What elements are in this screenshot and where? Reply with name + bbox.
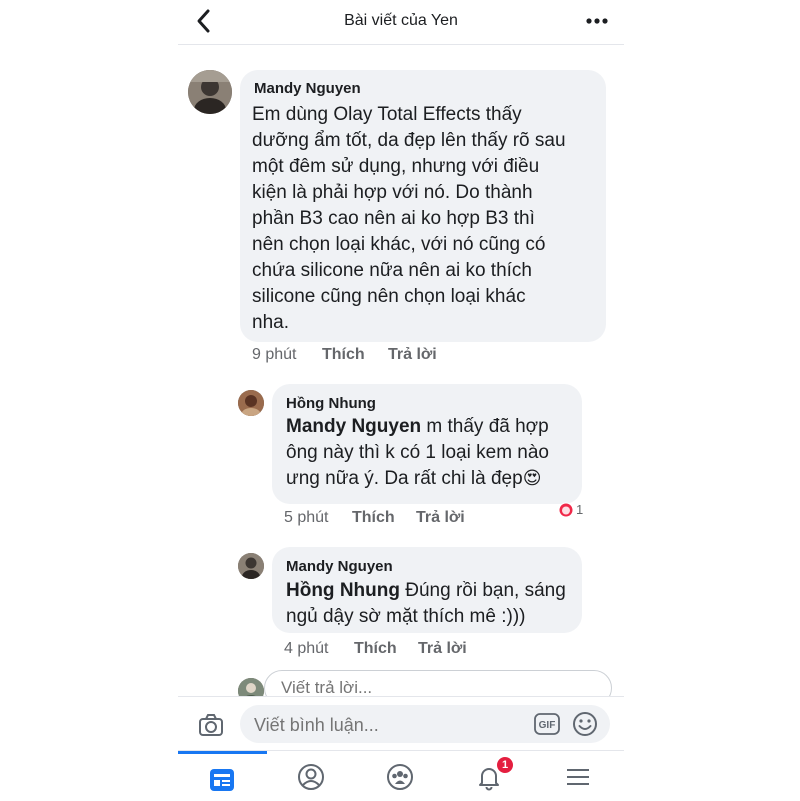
comment-line: ưng nữa ý. Da rất chi là đẹp😍: [286, 466, 549, 492]
like-button[interactable]: Thích: [322, 346, 365, 364]
reply-button[interactable]: Trả lời: [388, 346, 437, 364]
avatar[interactable]: [188, 70, 232, 114]
comment-author[interactable]: Mandy Nguyen: [254, 80, 361, 97]
comment-line: nên chọn loại khác, với nó cũng có: [252, 234, 546, 255]
comment-line: nha.: [252, 312, 289, 333]
menu-icon: [567, 769, 589, 785]
camera-icon[interactable]: [198, 713, 224, 737]
comment-bubble: Mandy Nguyen Em dùng Olay Total Effects …: [240, 70, 606, 342]
comment-bubble: Mandy Nguyen Hồng Nhung Đúng rồi bạn, sá…: [272, 547, 582, 633]
bottom-tab-bar: 1: [178, 750, 624, 801]
comment-composer: GIF: [178, 696, 624, 751]
comment-author[interactable]: Mandy Nguyen: [286, 558, 393, 575]
comment-line: Em dùng Olay Total Effects thấy: [252, 104, 522, 125]
top-bar: Bài viết của Yen: [178, 0, 624, 45]
gif-icon[interactable]: GIF: [534, 713, 560, 735]
comment-time: 9 phút: [252, 346, 297, 363]
avatar[interactable]: [238, 390, 264, 416]
mention-link[interactable]: Mandy Nguyen: [286, 416, 421, 437]
mention-link[interactable]: Hồng Nhung: [286, 580, 400, 601]
comment-line: ông này thì k có 1 loại kem nào: [286, 442, 549, 463]
comment-input[interactable]: [252, 714, 516, 737]
news-feed-icon: [210, 769, 234, 791]
comment-line: silicone cũng nên chọn loại khác: [252, 286, 526, 307]
heart-eyes-emoji: 😍: [522, 468, 542, 489]
comment-line: chứa silicone nữa nên ai ko thích: [252, 260, 532, 281]
page-title: Bài viết của Yen: [344, 12, 458, 29]
reply-button[interactable]: Trả lời: [416, 509, 465, 527]
comment-author[interactable]: Hồng Nhung: [286, 395, 376, 412]
comment-line: Mandy Nguyen m thấy đã hợp: [286, 414, 549, 440]
tab-groups[interactable]: [356, 751, 445, 801]
tab-menu[interactable]: [534, 751, 623, 801]
comment-line: Hồng Nhung Đúng rồi bạn, sáng: [286, 578, 566, 604]
reply-button[interactable]: Trả lời: [418, 640, 467, 658]
comment-text: Mandy Nguyen m thấy đã hợp ông này thì k…: [286, 414, 549, 492]
comment-input-wrapper[interactable]: GIF: [240, 705, 610, 743]
avatar[interactable]: [238, 553, 264, 579]
comment-line-rest: Đúng rồi bạn, sáng: [399, 580, 566, 601]
post-comments-screen: Bài viết của Yen Mandy Nguyen Em dùng Ol…: [178, 0, 624, 801]
profile-icon: [298, 764, 324, 790]
tab-profile[interactable]: [267, 751, 356, 801]
comment-line: dưỡng ẩm tốt, da đẹp lên thấy rõ sau: [252, 130, 566, 151]
comment-line: phần B3 cao nên ai ko hợp B3 thì: [252, 208, 535, 229]
heart-eyes-reaction-icon: [558, 502, 574, 518]
comment-text: Hồng Nhung Đúng rồi bạn, sáng ngủ dậy sờ…: [286, 578, 566, 630]
comment-line: ngủ dậy sờ mặt thích mê :))): [286, 606, 526, 627]
notification-badge: 1: [497, 757, 513, 773]
comment-line: kiện là phải hợp với nó. Do thành: [252, 182, 533, 203]
comment-line-text: ưng nữa ý. Da rất chi là đẹp: [286, 468, 523, 489]
emoji-icon[interactable]: [572, 711, 598, 737]
comment-text: Em dùng Olay Total Effects thấy dưỡng ẩm…: [252, 102, 566, 336]
reaction-count: 1: [576, 502, 584, 517]
more-dots-icon[interactable]: [584, 8, 610, 34]
like-button[interactable]: Thích: [352, 509, 395, 527]
comment-line: một đêm sử dụng, nhưng với điều: [252, 156, 540, 177]
like-button[interactable]: Thích: [354, 640, 397, 658]
gif-label: GIF: [539, 720, 556, 731]
tab-news-feed[interactable]: [178, 751, 267, 801]
tab-notifications[interactable]: 1: [445, 751, 534, 801]
comment-line-rest: m thấy đã hợp: [421, 416, 549, 437]
comment-bubble: Hồng Nhung Mandy Nguyen m thấy đã hợp ôn…: [272, 384, 582, 504]
comment-time: 4 phút: [284, 640, 329, 657]
comment-time: 5 phút: [284, 509, 329, 526]
groups-icon: [387, 764, 413, 790]
